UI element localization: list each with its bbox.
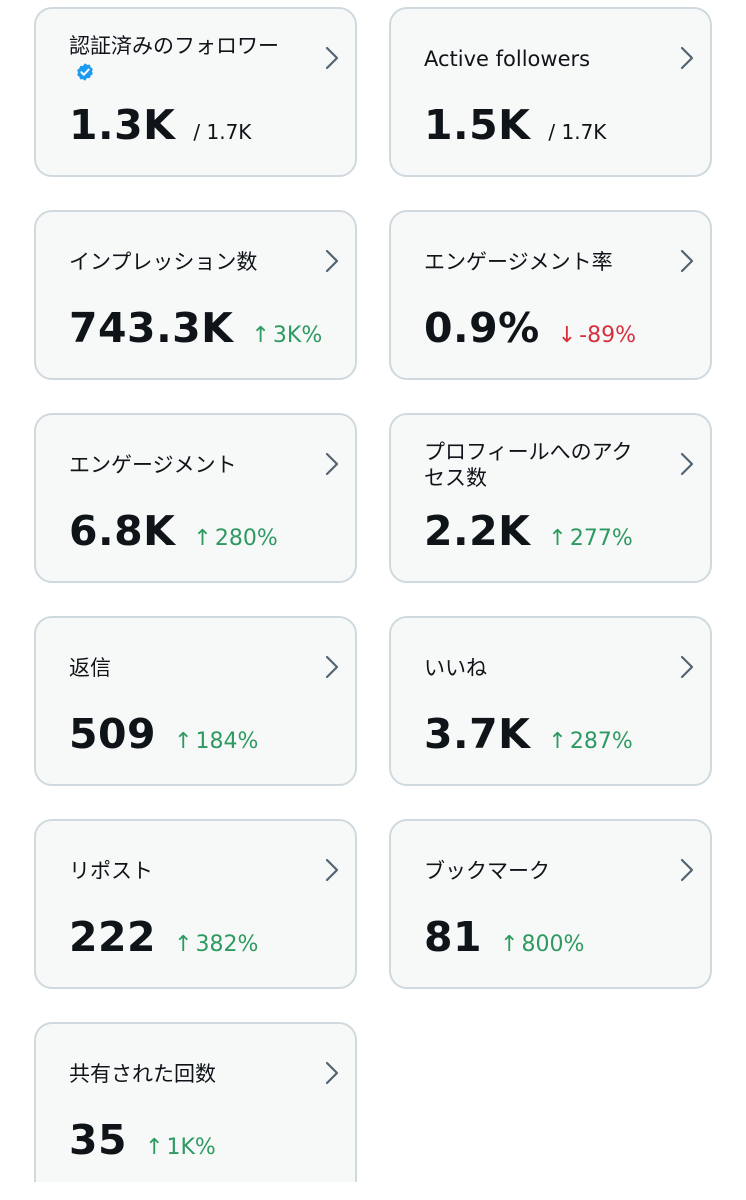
- arrow-up-icon: ↑: [193, 526, 212, 551]
- metric-total: / 1.7K: [193, 120, 252, 144]
- metric-change: ↑ 382%: [174, 932, 258, 957]
- metric-value: 3.7K: [424, 710, 531, 758]
- metric-value: 2.2K: [424, 507, 531, 555]
- card-profile-visits[interactable]: プロフィールへのアクセス数 2.2K ↑ 277%: [389, 413, 712, 583]
- card-title: エンゲージメント: [69, 453, 237, 477]
- card-title: インプレッション数: [69, 250, 258, 274]
- card-likes[interactable]: いいね 3.7K ↑ 287%: [389, 616, 712, 786]
- metric-row: 743.3K ↑ 3K%: [69, 304, 322, 352]
- verified-badge-icon: [75, 62, 95, 82]
- metric-change: ↑ 277%: [548, 526, 632, 551]
- arrow-up-icon: ↑: [500, 932, 519, 957]
- chevron-right-icon: [680, 655, 694, 679]
- card-title: 共有された回数: [69, 1062, 216, 1086]
- arrow-up-icon: ↑: [548, 526, 567, 551]
- metric-value: 743.3K: [69, 304, 234, 352]
- chevron-right-icon: [325, 452, 339, 476]
- metric-change: ↑ 1K%: [145, 1135, 216, 1160]
- metric-row: 2.2K ↑ 277%: [424, 507, 633, 555]
- arrow-up-icon: ↑: [251, 323, 270, 348]
- metric-value: 509: [69, 710, 157, 758]
- metric-row: 1.3K / 1.7K: [69, 101, 251, 149]
- analytics-card-grid: 認証済みのフォロワー 1.3K / 1.7K Active followers …: [34, 7, 712, 1182]
- chevron-right-icon: [325, 46, 339, 70]
- card-impressions[interactable]: インプレッション数 743.3K ↑ 3K%: [34, 210, 357, 380]
- metric-change: ↑ 287%: [548, 729, 632, 754]
- chevron-right-icon: [325, 655, 339, 679]
- metric-change-value: 184%: [195, 729, 259, 754]
- metric-change: ↓ -89%: [558, 323, 636, 348]
- metric-row: 81 ↑ 800%: [424, 913, 584, 961]
- card-title-text: 認証済みのフォロワー: [69, 34, 279, 58]
- metric-change: ↑ 3K%: [251, 323, 322, 348]
- metric-value: 1.5K: [424, 101, 531, 149]
- metric-row: 6.8K ↑ 280%: [69, 507, 278, 555]
- card-title: ブックマーク: [424, 859, 550, 883]
- chevron-right-icon: [680, 46, 694, 70]
- arrow-up-icon: ↑: [145, 1135, 164, 1160]
- metric-row: 509 ↑ 184%: [69, 710, 258, 758]
- metric-value: 6.8K: [69, 507, 176, 555]
- metric-row: 1.5K / 1.7K: [424, 101, 606, 149]
- metric-change: ↑ 184%: [174, 729, 258, 754]
- metric-row: 0.9% ↓ -89%: [424, 304, 636, 352]
- arrow-up-icon: ↑: [174, 932, 193, 957]
- metric-change-value: 287%: [569, 729, 633, 754]
- card-title: エンゲージメント率: [424, 250, 613, 274]
- card-title: 認証済みのフォロワー: [69, 33, 281, 85]
- chevron-right-icon: [680, 249, 694, 273]
- card-replies[interactable]: 返信 509 ↑ 184%: [34, 616, 357, 786]
- metric-row: 3.7K ↑ 287%: [424, 710, 633, 758]
- chevron-right-icon: [325, 249, 339, 273]
- card-title: いいね: [424, 656, 487, 680]
- arrow-up-icon: ↑: [174, 729, 193, 754]
- metric-change-value: -89%: [579, 323, 636, 348]
- card-title: Active followers: [424, 47, 591, 71]
- metric-change: ↑ 800%: [500, 932, 584, 957]
- card-shares[interactable]: 共有された回数 35 ↑ 1K%: [34, 1022, 357, 1182]
- metric-total: / 1.7K: [548, 120, 607, 144]
- metric-change-value: 277%: [569, 526, 633, 551]
- metric-row: 222 ↑ 382%: [69, 913, 258, 961]
- card-engagements[interactable]: エンゲージメント 6.8K ↑ 280%: [34, 413, 357, 583]
- card-active-followers[interactable]: Active followers 1.5K / 1.7K: [389, 7, 712, 177]
- card-title: プロフィールへのアクセス数: [424, 440, 633, 490]
- chevron-right-icon: [680, 858, 694, 882]
- metric-change-value: 1K%: [166, 1135, 216, 1160]
- card-bookmarks[interactable]: ブックマーク 81 ↑ 800%: [389, 819, 712, 989]
- metric-change-value: 3K%: [272, 323, 323, 348]
- chevron-right-icon: [325, 858, 339, 882]
- arrow-up-icon: ↑: [548, 729, 567, 754]
- metric-value: 222: [69, 913, 157, 961]
- metric-change-value: 800%: [521, 932, 585, 957]
- arrow-down-icon: ↓: [557, 323, 577, 348]
- card-reposts[interactable]: リポスト 222 ↑ 382%: [34, 819, 357, 989]
- metric-change-value: 280%: [214, 526, 278, 551]
- metric-value: 35: [69, 1116, 128, 1164]
- metric-value: 1.3K: [69, 101, 176, 149]
- chevron-right-icon: [680, 452, 694, 476]
- metric-change-value: 382%: [195, 932, 259, 957]
- card-title: リポスト: [69, 859, 153, 883]
- metric-value: 0.9%: [424, 304, 540, 352]
- card-title: 返信: [69, 656, 111, 680]
- metric-value: 81: [424, 913, 483, 961]
- card-verified-followers[interactable]: 認証済みのフォロワー 1.3K / 1.7K: [34, 7, 357, 177]
- metric-row: 35 ↑ 1K%: [69, 1116, 216, 1164]
- chevron-right-icon: [325, 1061, 339, 1085]
- card-engagement-rate[interactable]: エンゲージメント率 0.9% ↓ -89%: [389, 210, 712, 380]
- metric-change: ↑ 280%: [193, 526, 277, 551]
